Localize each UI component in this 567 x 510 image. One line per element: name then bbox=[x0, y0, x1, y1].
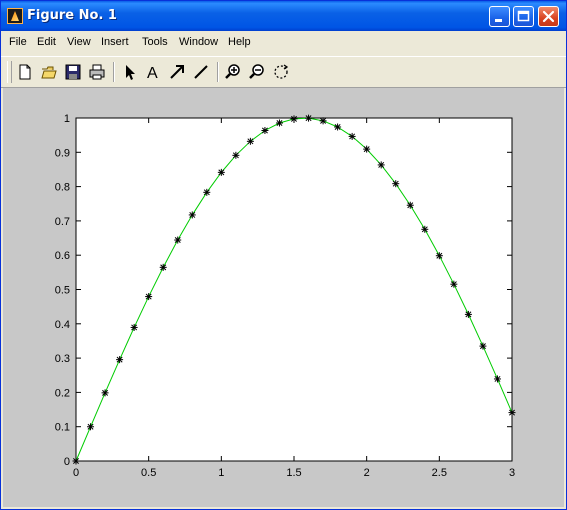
asterisk-marker bbox=[116, 356, 124, 364]
window-title: Figure No. 1 bbox=[27, 8, 117, 23]
asterisk-marker bbox=[377, 161, 385, 169]
x-tick-label: 0 bbox=[73, 467, 79, 479]
asterisk-marker bbox=[87, 423, 95, 431]
toolbar-grip[interactable] bbox=[7, 61, 12, 83]
menu-bar: File Edit View Insert Tools Window Help bbox=[1, 32, 566, 54]
menu-help[interactable]: Help bbox=[228, 36, 251, 48]
select-arrow-icon[interactable] bbox=[119, 62, 139, 82]
save-icon[interactable] bbox=[63, 62, 83, 82]
x-tick-label: 1 bbox=[218, 467, 224, 479]
asterisk-marker bbox=[348, 132, 356, 140]
asterisk-marker bbox=[334, 123, 342, 131]
close-button[interactable] bbox=[538, 6, 559, 27]
asterisk-marker bbox=[72, 457, 80, 465]
asterisk-marker bbox=[217, 168, 225, 176]
rotate-3d-icon[interactable] bbox=[271, 62, 291, 82]
asterisk-marker bbox=[130, 323, 138, 331]
asterisk-marker bbox=[290, 115, 298, 123]
asterisk-marker bbox=[305, 114, 313, 122]
toolbar-separator bbox=[113, 62, 115, 82]
maximize-button[interactable] bbox=[513, 6, 534, 27]
y-tick-label: 0.6 bbox=[55, 250, 70, 262]
asterisk-marker bbox=[450, 280, 458, 288]
menu-insert[interactable]: Insert bbox=[101, 36, 129, 48]
y-tick-label: 0 bbox=[64, 456, 70, 468]
asterisk-marker bbox=[246, 137, 254, 145]
x-tick-label: 1.5 bbox=[286, 467, 301, 479]
asterisk-marker bbox=[508, 409, 516, 417]
insert-arrow-icon[interactable] bbox=[167, 62, 187, 82]
asterisk-marker bbox=[101, 389, 109, 397]
asterisk-marker bbox=[188, 211, 196, 219]
line-plot[interactable]: 0 0.5 1 1.5 2 2.5 3 0 0.1 0.2 0.3 0.4 0.5 0.6 0.7 0.8 0.… bbox=[3, 88, 564, 507]
x-tick-label: 2 bbox=[364, 467, 370, 479]
asterisk-marker bbox=[145, 293, 153, 301]
figure-window: Figure No. 1 File Edit View Insert Tools… bbox=[0, 0, 567, 510]
y-tick-label: 0.5 bbox=[55, 285, 70, 297]
open-file-icon[interactable] bbox=[39, 62, 59, 82]
menu-file[interactable]: File bbox=[9, 36, 27, 48]
y-tick-label: 1 bbox=[64, 113, 70, 125]
menu-view[interactable]: View bbox=[67, 36, 91, 48]
menu-edit[interactable]: Edit bbox=[37, 36, 56, 48]
asterisk-marker bbox=[174, 236, 182, 244]
figure-canvas[interactable]: 0 0.5 1 1.5 2 2.5 3 0 0.1 0.2 0.3 0.4 0.5 0.6 0.7 0.8 0.… bbox=[3, 88, 564, 507]
figure-toolbar: A bbox=[1, 56, 566, 88]
asterisk-marker bbox=[421, 225, 429, 233]
asterisk-marker bbox=[392, 180, 400, 188]
matlab-app-icon[interactable] bbox=[7, 8, 23, 24]
asterisk-marker bbox=[261, 126, 269, 134]
minimize-button[interactable] bbox=[489, 6, 510, 27]
menu-tools[interactable]: Tools bbox=[142, 36, 168, 48]
insert-line-icon[interactable] bbox=[191, 62, 211, 82]
asterisk-marker bbox=[275, 119, 283, 127]
asterisk-marker bbox=[406, 201, 414, 209]
svg-text:A: A bbox=[147, 65, 158, 82]
x-tick-label: 2.5 bbox=[432, 467, 447, 479]
menu-window[interactable]: Window bbox=[179, 36, 218, 48]
asterisk-marker bbox=[479, 342, 487, 350]
y-tick-label: 0.7 bbox=[55, 216, 70, 228]
asterisk-marker bbox=[493, 375, 501, 383]
y-tick-label: 0.1 bbox=[55, 422, 70, 434]
asterisk-marker bbox=[159, 263, 167, 271]
asterisk-marker bbox=[464, 310, 472, 318]
asterisk-marker bbox=[435, 252, 443, 260]
y-tick-label: 0.3 bbox=[55, 353, 70, 365]
x-tick-label: 3 bbox=[509, 467, 515, 479]
title-bar[interactable]: Figure No. 1 bbox=[1, 1, 566, 31]
toolbar-separator bbox=[217, 62, 219, 82]
close-icon bbox=[542, 10, 555, 23]
zoom-in-icon[interactable] bbox=[223, 62, 243, 82]
asterisk-marker bbox=[363, 145, 371, 153]
asterisk-marker bbox=[319, 117, 327, 125]
axes-background bbox=[75, 117, 513, 462]
y-tick-label: 0.8 bbox=[55, 182, 70, 194]
maximize-icon bbox=[517, 10, 530, 22]
minimize-icon bbox=[495, 19, 502, 22]
asterisk-marker bbox=[203, 188, 211, 196]
zoom-out-icon[interactable] bbox=[247, 62, 267, 82]
asterisk-marker bbox=[232, 151, 240, 159]
insert-text-icon[interactable]: A bbox=[143, 62, 163, 82]
y-tick-label: 0.4 bbox=[55, 319, 70, 331]
y-tick-label: 0.9 bbox=[55, 147, 70, 159]
new-figure-icon[interactable] bbox=[15, 62, 35, 82]
x-tick-label: 0.5 bbox=[141, 467, 156, 479]
print-icon[interactable] bbox=[87, 62, 107, 82]
y-tick-label: 0.2 bbox=[55, 387, 70, 399]
